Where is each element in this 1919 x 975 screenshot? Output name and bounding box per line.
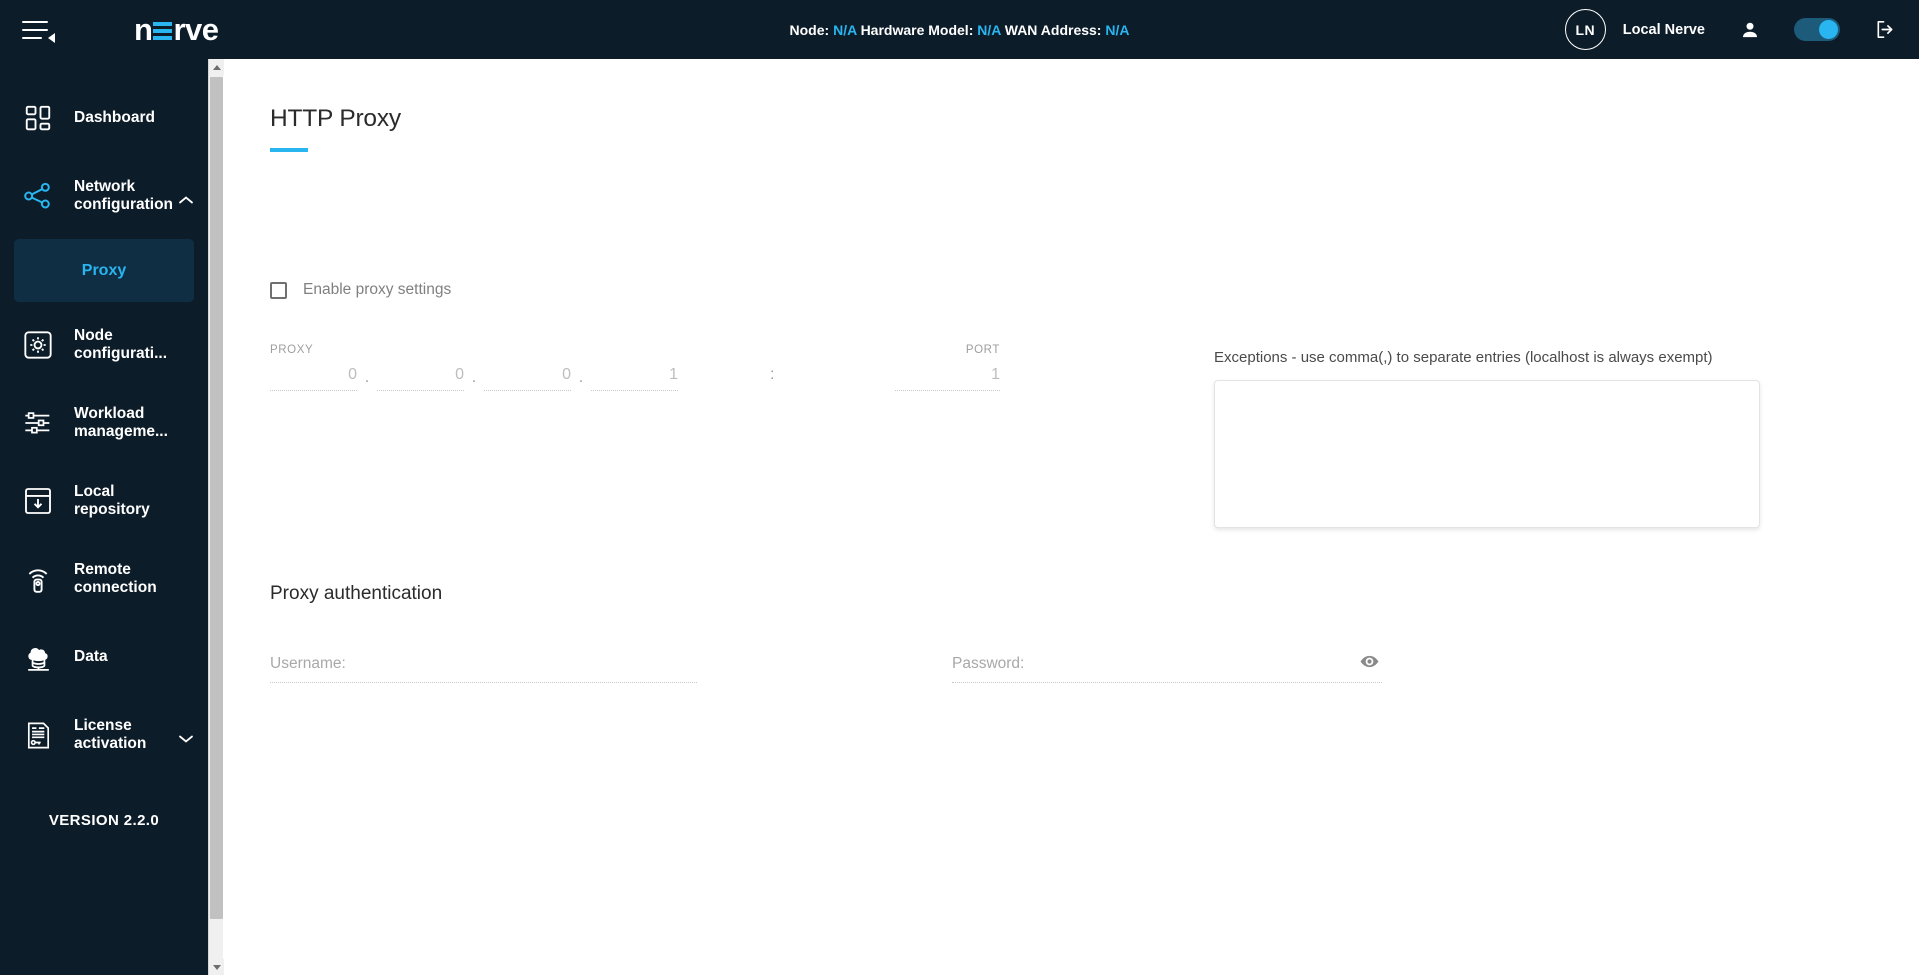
license-document-icon [18, 715, 58, 755]
exceptions-label: Exceptions - use comma(,) to separate en… [1214, 349, 1713, 366]
proxy-authentication-title: Proxy authentication [270, 583, 443, 604]
proxy-octet-1[interactable]: 0 [270, 366, 357, 391]
avatar[interactable]: LN [1564, 9, 1606, 50]
enable-proxy-settings-checkbox[interactable]: Enable proxy settings [270, 281, 451, 299]
chevron-down-icon[interactable] [178, 731, 194, 749]
page-title-underline [270, 148, 308, 152]
top-bar: n rve Node: N/A Hardware Model: N/A WAN … [0, 0, 1919, 59]
top-bar-right-group: LN Local Nerve [1564, 0, 1897, 59]
sidebar-scroll-content: Dashboard Network configuration Proxy No… [0, 59, 208, 855]
theme-toggle[interactable] [1794, 18, 1840, 41]
octet-separator: . [578, 369, 584, 386]
hardware-model-value: N/A [977, 21, 1001, 38]
hamburger-bar [22, 28, 48, 31]
octet-separator: . [471, 369, 477, 386]
sidebar-item-proxy[interactable]: Proxy [14, 239, 194, 302]
user-name-label: Local Nerve [1622, 21, 1705, 38]
proxy-authentication-row: Username: Password: [270, 655, 1710, 683]
proxy-octet-4[interactable]: 1 [591, 366, 678, 391]
proxy-octet-row: 0 . 0 . 0 . 1 [270, 366, 1000, 391]
hamburger-menu-icon[interactable] [22, 16, 56, 44]
exceptions-textarea[interactable] [1214, 380, 1760, 528]
scroll-down-arrow-icon[interactable] [209, 959, 224, 975]
sidebar-item-label: Remote connection [74, 560, 157, 596]
main-content: HTTP Proxy Enable proxy settings PROXY 0… [224, 59, 1919, 975]
sidebar-item-remote-connection[interactable]: Remote connection [0, 540, 208, 618]
toggle-knob [1819, 20, 1838, 39]
node-label: Node: [789, 21, 830, 38]
eye-toggle-password-icon[interactable] [1359, 651, 1380, 677]
logo-text-right: rve [173, 12, 219, 47]
sidebar-version-label: VERSION 2.2.0 [48, 812, 160, 829]
page-title: HTTP Proxy [270, 105, 401, 132]
wan-address-label: WAN Address: [1004, 21, 1102, 38]
sidebar-item-local-repository[interactable]: Local repository [0, 462, 208, 540]
checkbox-box-icon[interactable] [270, 281, 287, 299]
scroll-up-arrow-icon[interactable] [209, 59, 224, 75]
avatar-initials: LN [1575, 21, 1596, 38]
sidebar-item-label: Local repository [74, 482, 150, 518]
logo-text-left: n [134, 12, 153, 47]
sidebar-item-label: Workload manageme... [74, 404, 168, 440]
password-field[interactable]: Password: [952, 655, 1382, 683]
sidebar-item-network-configuration[interactable]: Network configuration [0, 157, 208, 235]
sidebar-sub-item-label: Proxy [81, 261, 127, 279]
port-colon-separator: : [770, 366, 775, 383]
port-caption: PORT [965, 344, 1000, 356]
network-share-icon [18, 176, 58, 216]
proxy-octet-3[interactable]: 0 [484, 366, 571, 391]
proxy-port-input[interactable]: 1 [895, 366, 1000, 391]
sidebar-item-node-configuration[interactable]: Node configurati... [0, 306, 208, 384]
wan-address-value: N/A [1105, 21, 1130, 38]
dashboard-icon [18, 98, 58, 138]
sidebar-item-label: Dashboard [74, 108, 155, 126]
sidebar: Dashboard Network configuration Proxy No… [0, 59, 208, 975]
enable-proxy-settings-label: Enable proxy settings [303, 281, 452, 298]
app-logo[interactable]: n rve [134, 12, 219, 47]
sidebar-scrollbar[interactable] [208, 59, 224, 975]
sidebar-item-data[interactable]: Data [0, 618, 208, 696]
chevron-up-icon[interactable] [178, 192, 194, 210]
node-value: N/A [833, 21, 857, 38]
sidebar-item-license-activation[interactable]: License activation [0, 696, 208, 774]
sidebar-item-label: License activation [74, 716, 147, 752]
proxy-address-group: PROXY 0 . 0 . 0 . 1 : PORT 1 [270, 344, 1000, 391]
scrollbar-thumb[interactable] [210, 77, 223, 919]
sidebar-item-label: Network configuration [74, 177, 174, 213]
hamburger-bar [22, 36, 42, 39]
person-icon[interactable] [1740, 20, 1760, 40]
username-field[interactable]: Username: [270, 655, 697, 683]
remote-signal-icon [18, 559, 58, 599]
sliders-icon [18, 403, 58, 443]
hardware-model-label: Hardware Model: [860, 21, 974, 38]
repository-download-icon [18, 481, 58, 521]
proxy-caption: PROXY [270, 344, 314, 356]
sidebar-item-label: Node configurati... [74, 326, 167, 362]
gear-icon [18, 325, 58, 365]
logo-e-glyph-icon [153, 21, 173, 40]
hamburger-bar [22, 20, 48, 23]
password-placeholder-label: Password: [952, 655, 1025, 672]
sidebar-item-workload-management[interactable]: Workload manageme... [0, 384, 208, 462]
proxy-octet-2[interactable]: 0 [377, 366, 464, 391]
sidebar-item-label: Data [74, 647, 108, 665]
sidebar-item-dashboard[interactable]: Dashboard [0, 79, 208, 157]
collapse-caret-icon [48, 32, 55, 43]
logout-icon[interactable] [1874, 18, 1897, 41]
octet-separator: . [364, 369, 370, 386]
cloud-database-icon [18, 637, 58, 677]
proxy-port-group: PORT 1 [895, 344, 1000, 391]
exceptions-group: Exceptions - use comma(,) to separate en… [1214, 349, 1760, 533]
